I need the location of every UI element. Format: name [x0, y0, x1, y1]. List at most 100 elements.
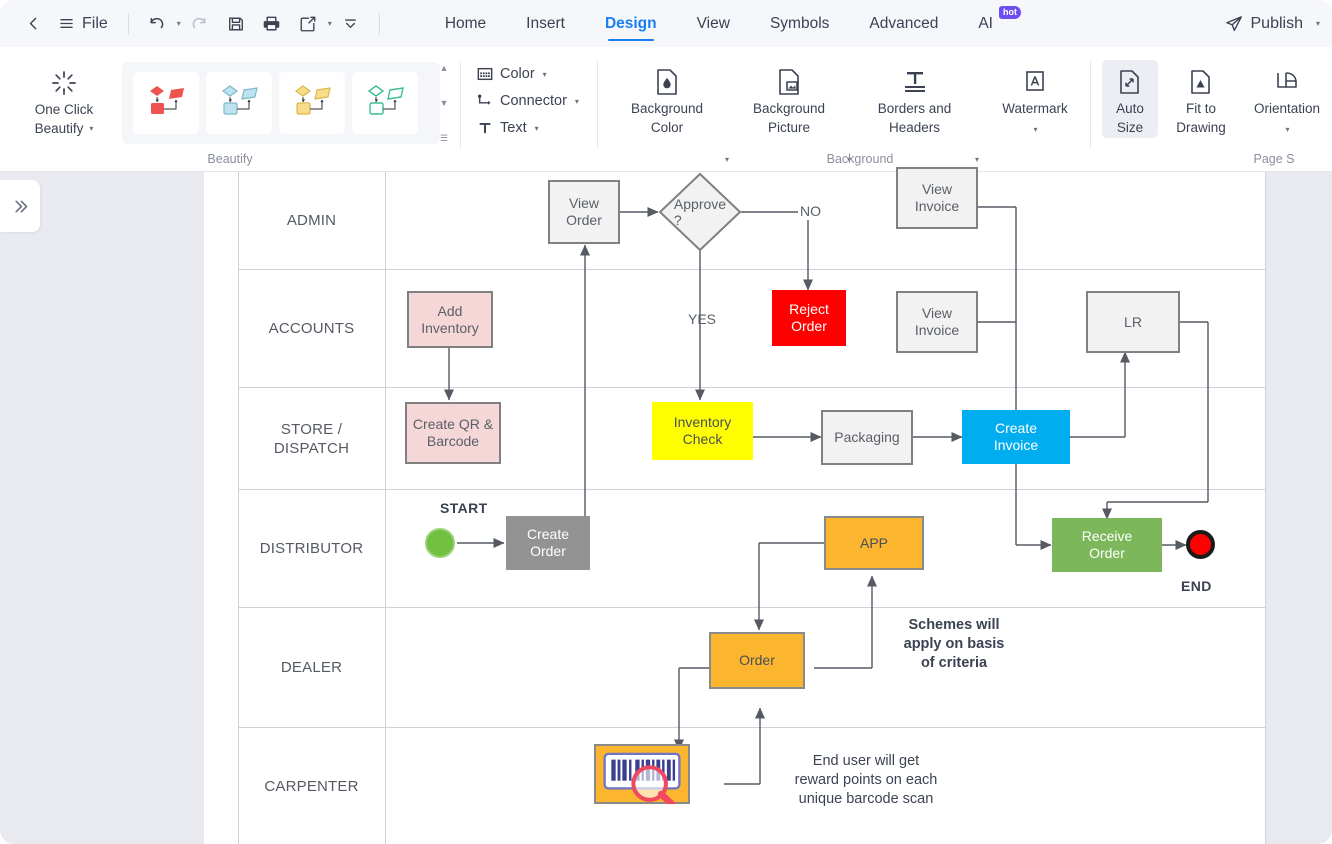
ribbon-tabs: Home Insert Design View Symbols Advanced…: [425, 0, 1021, 47]
ribbon-group-pagesetup: Auto Size Fit to Drawing Orientation ▾ P…: [1094, 47, 1332, 172]
undo-button[interactable]: [140, 8, 174, 40]
auto-size-line2: Size: [1116, 120, 1144, 135]
back-button[interactable]: [16, 8, 50, 40]
fit-to-drawing-button[interactable]: Fit to Drawing: [1166, 60, 1236, 138]
application-window: File ▾ ▾ Home Insert Design View Symbols…: [0, 0, 1332, 844]
orientation-dropdown-caret[interactable]: ▾: [1285, 125, 1289, 134]
label-end: END: [1181, 578, 1212, 594]
background-picture-icon: [776, 66, 802, 98]
tab-ai[interactable]: AI hot: [958, 0, 1021, 47]
tab-home[interactable]: Home: [425, 0, 506, 47]
sparkle-beautify-icon: [49, 67, 79, 99]
tab-symbols[interactable]: Symbols: [750, 0, 849, 47]
style-scroll-arrows: ▲ ▼ ☰: [436, 63, 452, 143]
node-barcode-scan[interactable]: [594, 744, 690, 804]
label-start: START: [440, 500, 488, 516]
connector-dropdown-caret[interactable]: ▾: [575, 97, 579, 106]
background-color-line1: Background: [630, 101, 704, 116]
ribbon-group-background: Background Color ▾ Background Picture ▾: [600, 47, 1085, 172]
auto-size-icon: [1118, 66, 1142, 98]
style-gallery-expand[interactable]: ☰: [440, 133, 448, 143]
tab-design[interactable]: Design: [585, 0, 677, 47]
tab-advanced[interactable]: Advanced: [849, 0, 958, 47]
node-app[interactable]: APP: [824, 516, 924, 570]
style-preset-blue[interactable]: [206, 72, 272, 134]
node-view-invoice-accounts[interactable]: View Invoice: [896, 291, 978, 353]
style-scroll-down[interactable]: ▼: [440, 98, 449, 108]
node-view-invoice-admin[interactable]: View Invoice: [896, 167, 978, 229]
fit-to-drawing-icon: [1189, 66, 1213, 98]
orientation-button[interactable]: Orientation ▾: [1244, 60, 1330, 140]
connector-button[interactable]: Connector ▾: [472, 89, 584, 113]
style-preset-green[interactable]: [352, 72, 418, 134]
watermark-dropdown-caret[interactable]: ▾: [1033, 125, 1037, 134]
node-lr[interactable]: LR: [1086, 291, 1180, 353]
watermark-icon: [1022, 66, 1048, 98]
color-button[interactable]: Color ▾: [472, 62, 552, 86]
tab-insert[interactable]: Insert: [506, 0, 585, 47]
node-packaging[interactable]: Packaging: [821, 410, 913, 465]
note-reward: End user will get reward points on each …: [794, 753, 938, 807]
canvas-workspace: ADMIN ACCOUNTS STORE / DISPATCH DISTRIBU…: [0, 167, 1332, 844]
fit-to-drawing-line2: Drawing: [1176, 120, 1226, 135]
style-preset-red[interactable]: [133, 72, 199, 134]
save-button[interactable]: [219, 8, 253, 40]
style-preset-yellow[interactable]: [279, 72, 345, 134]
toolbar-divider-1: [127, 12, 129, 35]
print-button[interactable]: [255, 8, 289, 40]
expand-left-panel-button[interactable]: [0, 180, 40, 232]
orientation-icon: [1273, 66, 1301, 98]
file-menu-button[interactable]: File: [52, 8, 117, 40]
style-presets-strip: [122, 62, 440, 144]
barcode-scan-icon: [603, 752, 681, 804]
note-schemes: Schemes will apply on basis of criteria: [903, 617, 1005, 671]
watermark-button[interactable]: Watermark ▾: [992, 60, 1078, 140]
export-share-button[interactable]: [291, 8, 325, 40]
borders-headers-line1: Borders and: [877, 101, 952, 116]
background-picture-line1: Background: [752, 101, 826, 116]
file-menu-label: File: [82, 14, 108, 32]
publish-button[interactable]: Publish: [1218, 10, 1309, 38]
background-picture-button[interactable]: Background Picture: [740, 60, 838, 138]
node-reject-order[interactable]: Reject Order: [772, 290, 846, 346]
auto-size-button[interactable]: Auto Size: [1102, 60, 1158, 138]
drawing-page[interactable]: ADMIN ACCOUNTS STORE / DISPATCH DISTRIBU…: [204, 167, 1266, 844]
connector-layer: [443, 201, 1209, 785]
node-create-order[interactable]: Create Order: [506, 516, 590, 570]
background-color-line2: Color: [650, 120, 684, 135]
redo-button[interactable]: [183, 8, 217, 40]
background-color-button[interactable]: Background Color: [618, 60, 716, 138]
node-approve-decision[interactable]: Approve ?: [658, 172, 742, 252]
end-terminator[interactable]: [1186, 530, 1215, 559]
ribbon-divider-3: [1090, 61, 1091, 149]
more-options-button[interactable]: [334, 8, 368, 40]
node-add-inventory[interactable]: Add Inventory: [407, 291, 493, 348]
node-view-order[interactable]: View Order: [548, 180, 620, 244]
undo-dropdown-caret[interactable]: ▾: [177, 19, 181, 28]
export-dropdown-caret[interactable]: ▾: [328, 19, 332, 28]
style-scroll-up[interactable]: ▲: [440, 63, 449, 73]
tab-view[interactable]: View: [677, 0, 750, 47]
node-inventory-check[interactable]: Inventory Check: [652, 402, 753, 460]
node-create-qr-barcode[interactable]: Create QR & Barcode: [405, 402, 501, 464]
node-create-invoice[interactable]: Create Invoice: [962, 410, 1070, 464]
ribbon-group-background-label: Background: [826, 152, 894, 166]
tab-symbols-label: Symbols: [769, 14, 830, 32]
one-click-beautify-button[interactable]: One Click Beautify ▾: [18, 61, 110, 139]
color-dropdown-caret[interactable]: ▾: [543, 70, 547, 79]
color-grid-icon: [477, 67, 493, 81]
node-receive-order[interactable]: Receive Order: [1052, 518, 1162, 572]
text-button-label: Text: [500, 120, 527, 136]
beautify-dropdown-caret[interactable]: ▾: [89, 121, 93, 137]
publish-label: Publish: [1250, 14, 1303, 32]
borders-and-headers-button[interactable]: Borders and Headers: [862, 60, 967, 138]
text-button[interactable]: Text ▾: [472, 116, 544, 140]
node-order[interactable]: Order: [709, 632, 805, 689]
start-terminator[interactable]: [425, 528, 455, 558]
text-dropdown-caret[interactable]: ▾: [535, 124, 539, 133]
toolbar-divider-2: [378, 12, 380, 35]
ribbon-group-beautify: One Click Beautify ▾ ▲ ▼ ☰ Beautify: [0, 47, 460, 172]
publish-dropdown-caret[interactable]: ▾: [1316, 19, 1320, 28]
label-no: NO: [800, 203, 821, 219]
color-button-label: Color: [500, 66, 535, 82]
